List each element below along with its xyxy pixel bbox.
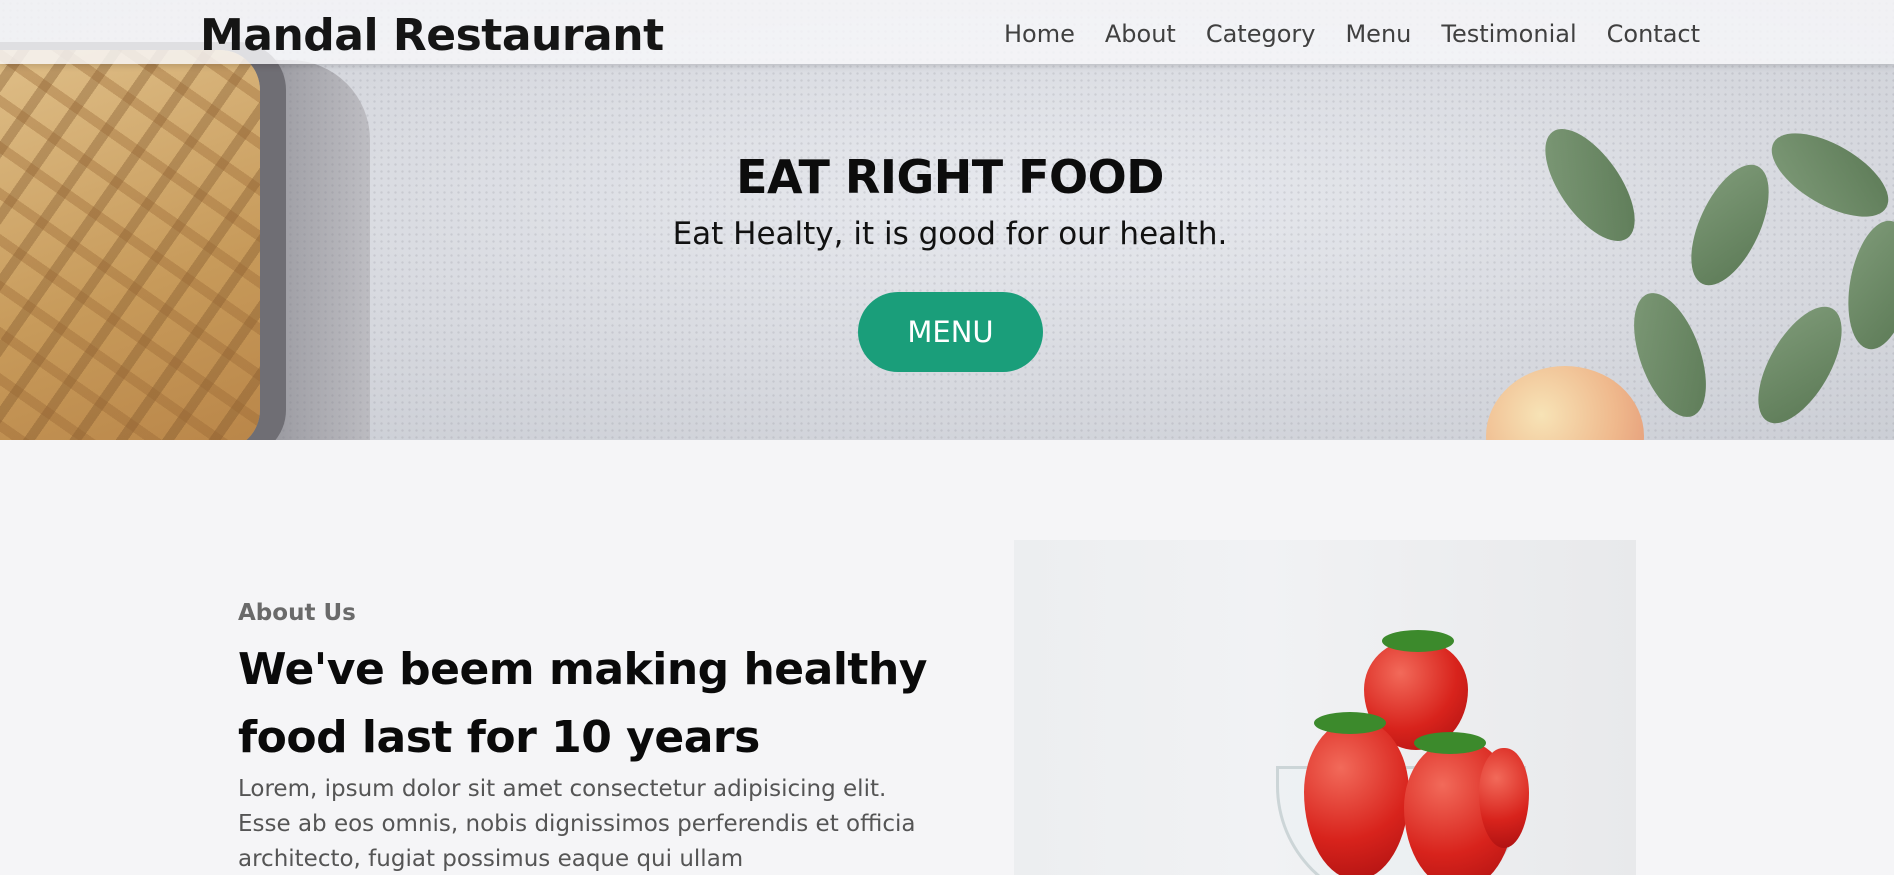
strawberry-leaves [1382,630,1454,652]
nav-links: Home About Category Menu Testimonial Con… [1004,20,1700,48]
about-title: We've beem making healthy food last for … [238,644,927,763]
strawberry [1479,748,1529,848]
hero-leaf-decor [1741,293,1859,437]
nav-link-about[interactable]: About [1105,20,1176,48]
navbar: Mandal Restaurant Home About Category Me… [0,0,1894,64]
about-text: Lorem, ipsum dolor sit amet consectetur … [238,776,916,872]
menu-button[interactable]: MENU [858,292,1043,372]
about-label: About Us [238,600,356,626]
hero-apple-image [1486,366,1644,440]
brand-logo[interactable]: Mandal Restaurant [200,10,664,61]
hero-subtitle: Eat Healty, it is good for our health. [672,216,1228,252]
nav-link-menu[interactable]: Menu [1345,20,1411,48]
hero-title: EAT RIGHT FOOD [736,150,1164,204]
hero-section: EAT RIGHT FOOD Eat Healty, it is good fo… [0,0,1894,440]
strawberry [1304,720,1409,875]
nav-link-category[interactable]: Category [1206,20,1316,48]
strawberry-leaves [1314,712,1386,734]
nav-link-testimonial[interactable]: Testimonial [1441,20,1576,48]
strawberry-bowl-image [1014,540,1636,875]
nav-link-contact[interactable]: Contact [1607,20,1700,48]
nav-link-home[interactable]: Home [1004,20,1075,48]
strawberry-leaves [1414,732,1486,754]
